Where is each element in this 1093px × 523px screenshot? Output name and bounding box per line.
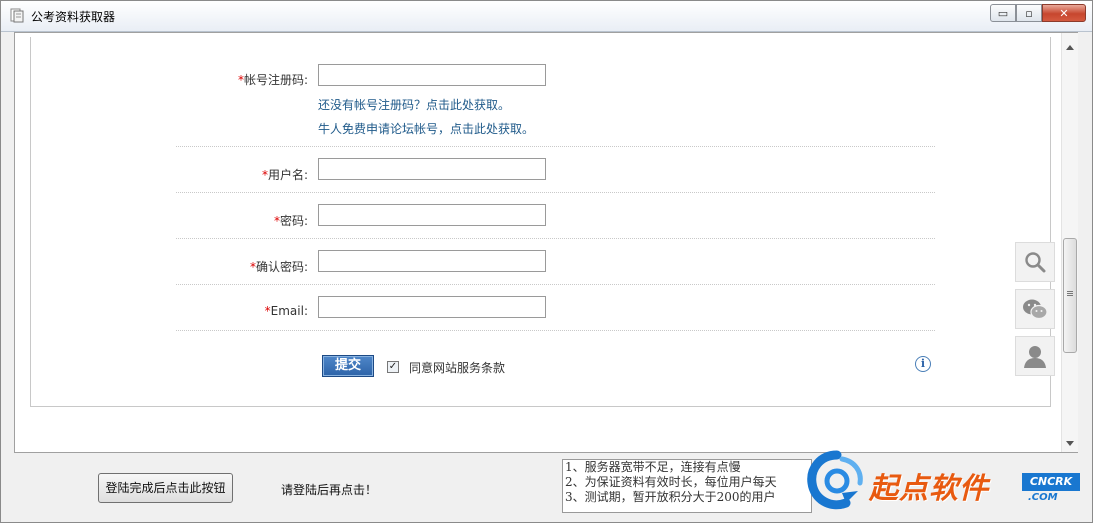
minimize-icon: ▭: [997, 6, 1009, 20]
restore-icon: ▫: [1025, 6, 1033, 20]
maximize-button[interactable]: ▫: [1016, 4, 1042, 22]
register-code-input[interactable]: [318, 64, 546, 86]
wechat-icon: [1023, 299, 1048, 320]
password-label: *密码:: [273, 214, 308, 228]
agree-terms-label[interactable]: 同意网站服务条款: [409, 359, 505, 376]
confirm-password-input[interactable]: [318, 250, 546, 272]
submit-button[interactable]: 提交: [322, 355, 374, 377]
wechat-button[interactable]: [1015, 289, 1055, 329]
login-hint: 请登陆后再点击！: [281, 483, 378, 497]
user-button[interactable]: [1015, 336, 1055, 376]
app-window: 公考资料获取器 ▭ ▫ ✕ *帐号注册码: 还没有帐号注册码？点击此处获取。 牛…: [0, 0, 1093, 523]
search-button[interactable]: [1015, 242, 1055, 282]
get-code-link[interactable]: 还没有帐号注册码？点击此处获取。: [318, 96, 510, 113]
register-code-label: *帐号注册码:: [237, 73, 308, 87]
email-input[interactable]: [318, 296, 546, 318]
divider: [176, 192, 935, 193]
watermark-logo: 起点软件 CNCRK .COM: [806, 449, 1088, 519]
close-icon: ✕: [1059, 6, 1069, 20]
confirm-password-label: *确认密码:: [249, 260, 308, 274]
free-apply-link[interactable]: 牛人免费申请论坛帐号，点击此处获取。: [318, 120, 534, 137]
divider: [176, 284, 935, 285]
email-label: *Email:: [264, 304, 308, 318]
agree-checkbox[interactable]: ✓: [387, 361, 399, 373]
divider: [176, 146, 935, 147]
logo-badge: CNCRK: [1022, 473, 1080, 491]
logo-text: 起点软件: [869, 471, 990, 505]
login-complete-button[interactable]: 登陆完成后点击此按钮: [98, 473, 233, 503]
app-icon: [10, 8, 24, 23]
password-input[interactable]: [318, 204, 546, 226]
notice-line: 3、测试期，暂开放积分大于200的用户: [565, 490, 776, 504]
window-controls: ▭ ▫ ✕: [990, 4, 1086, 22]
scroll-down-icon[interactable]: [1066, 441, 1074, 446]
scroll-up-icon[interactable]: [1066, 45, 1074, 50]
scroll-thumb[interactable]: [1063, 238, 1077, 353]
logo-domain: .COM: [1028, 492, 1058, 503]
logo-swirl-icon: [807, 450, 863, 510]
close-button[interactable]: ✕: [1042, 4, 1086, 22]
notice-textbox[interactable]: 1、服务器宽带不足，连接有点慢 2、为保证资料有效时长，每位用户每天 3、测试期…: [562, 459, 812, 513]
info-icon[interactable]: i: [915, 356, 931, 372]
username-input[interactable]: [318, 158, 546, 180]
search-icon: [1025, 252, 1046, 273]
window-title: 公考资料获取器: [31, 10, 116, 24]
browser-view: *帐号注册码: 还没有帐号注册码？点击此处获取。 牛人免费申请论坛帐号，点击此处…: [14, 32, 1078, 453]
register-form: *帐号注册码: 还没有帐号注册码？点击此处获取。 牛人免费申请论坛帐号，点击此处…: [30, 37, 1051, 407]
user-icon: [1024, 346, 1046, 368]
title-bar: 公考资料获取器 ▭ ▫ ✕: [1, 1, 1092, 32]
notice-line: 1、服务器宽带不足，连接有点慢: [565, 460, 741, 474]
username-label: *用户名:: [261, 168, 308, 182]
minimize-button[interactable]: ▭: [990, 4, 1016, 22]
vertical-scrollbar[interactable]: [1061, 33, 1078, 452]
divider: [176, 238, 935, 239]
divider: [176, 330, 935, 331]
notice-line: 2、为保证资料有效时长，每位用户每天: [565, 475, 777, 489]
